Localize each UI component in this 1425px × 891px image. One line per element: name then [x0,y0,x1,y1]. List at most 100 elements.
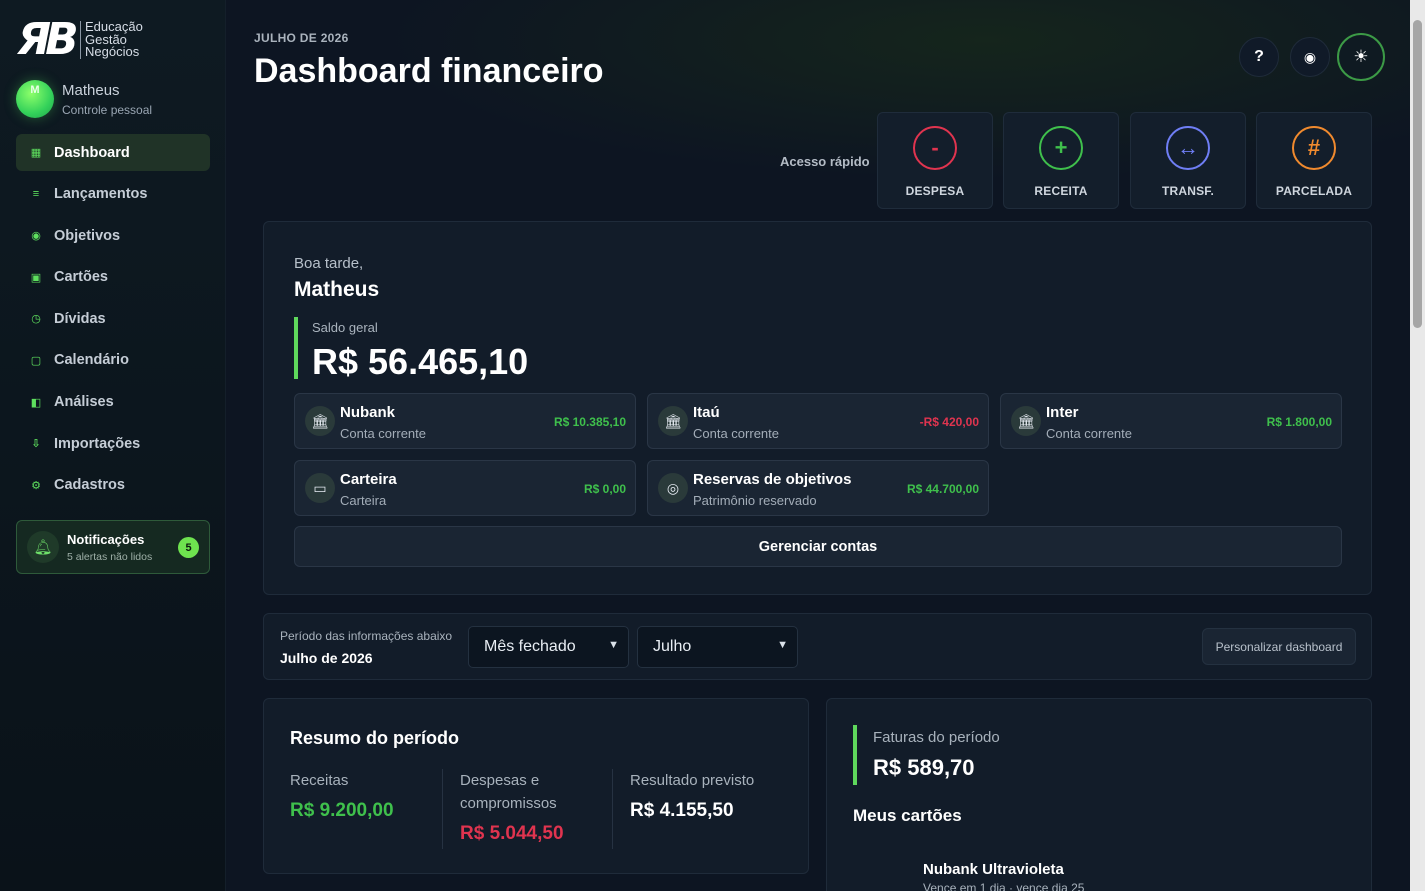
account-type: Conta corrente [1046,426,1132,441]
account-card[interactable]: ▭ Carteira Carteira R$ 0,00 [294,460,636,516]
plus-icon: + [1039,126,1083,170]
list-icon: ≡ [32,188,40,201]
account-balance: R$ 1.800,00 [1266,415,1332,429]
account-type: Patrimônio reservado [693,493,817,508]
invoices-total: Faturas do período R$ 589,70 [853,725,1000,785]
expenses-label-line-1: Despesas e [460,772,540,789]
sidebar-item-lancamentos[interactable]: ≡ Lançamentos [16,176,210,213]
sidebar-item-label: Importações [54,435,141,452]
account-card[interactable]: 🏛 Inter Conta corrente R$ 1.800,00 [1000,393,1342,449]
invoices-label: Faturas do período [873,729,1000,746]
toggle-visibility-button[interactable]: ◉ [1290,37,1330,77]
summary-expenses: Despesas e compromissos R$ 5.044,50 [460,769,564,845]
minus-icon: - [913,126,957,170]
greeting: Boa tarde, [294,255,364,272]
theme-toggle-button[interactable]: ☀ [1337,33,1385,81]
chart-icon: ◧ [30,396,42,409]
credit-card-due: Vence em 1 dia · vence dia 25 [923,881,1085,891]
invoices-value: R$ 589,70 [873,755,975,780]
account-balance: R$ 0,00 [583,482,626,496]
sidebar-item-dividas[interactable]: ◷ Dívidas [16,300,210,337]
account-card[interactable]: ◎ Reservas de objetivos Patrimônio reser… [647,460,989,516]
summary-result: Resultado previsto R$ 4.155,50 [630,769,754,822]
quick-expense-button[interactable]: - DESPESA [877,112,993,209]
card-icon: ▣ [30,271,42,284]
bank-icon: 🏛 [1011,406,1041,436]
customize-dashboard-button[interactable]: Personalizar dashboard [1202,628,1356,665]
notifications-button[interactable]: 🔔︎ Notificações 5 alertas não lidos 5 [16,520,210,574]
account-card[interactable]: 🏛 Nubank Conta corrente R$ 10.385,10 [294,393,636,449]
balance-card: Boa tarde, Matheus Saldo geral R$ 56.465… [263,221,1372,595]
logo-line-3: Negócios [85,44,140,60]
sidebar-item-label: Objetivos [54,227,121,244]
period-mode-select[interactable]: Mês fechado ▼ [468,626,629,668]
my-cards-title: Meus cartões [853,806,962,825]
user-name: Matheus [62,81,120,99]
account-name: Inter [1046,404,1079,421]
help-icon: ? [1254,48,1264,65]
sidebar-nav: ▦ Dashboard ≡ Lançamentos ◉ Objetivos ▣ … [16,134,210,508]
sidebar-item-objetivos[interactable]: ◉ Objetivos [16,217,210,254]
quick-installment-label: PARCELADA [1275,184,1353,198]
user-profile[interactable]: M Matheus Controle pessoal [16,80,152,118]
transfer-icon: ↔ [1166,126,1210,170]
brand-logo[interactable]: ЯB Educação Gestão Negócios [16,16,143,64]
bank-icon: 🏛 [305,406,335,436]
calendar-icon: ▢ [30,354,42,367]
scrollbar-thumb[interactable] [1413,20,1422,328]
total-balance: Saldo geral R$ 56.465,10 [294,317,528,382]
account-type: Conta corrente [340,426,426,441]
gear-icon: ⚙ [31,479,41,492]
help-button[interactable]: ? [1239,37,1279,77]
sidebar-item-cartoes[interactable]: ▣ Cartões [16,259,210,296]
bell-icon: 🔔︎ [27,531,59,563]
sidebar-item-label: Dívidas [54,310,106,327]
quick-installment-button[interactable]: # PARCELADA [1256,112,1372,209]
sidebar-item-dashboard[interactable]: ▦ Dashboard [16,134,210,171]
account-card[interactable]: 🏛 Itaú Conta corrente -R$ 420,00 [647,393,989,449]
sidebar-item-calendario[interactable]: ▢ Calendário [16,342,210,379]
total-balance-value: R$ 56.465,10 [312,341,529,382]
wallet-icon: ▭ [305,473,335,503]
account-balance: -R$ 420,00 [919,415,979,429]
quick-access-label: Acesso rápido [780,154,870,169]
greeting-name: Matheus [294,278,380,301]
period-bar: Período das informações abaixo Julho de … [263,613,1372,680]
credit-card-name[interactable]: Nubank Ultravioleta [923,861,1064,878]
quick-expense-label: DESPESA [905,184,965,198]
income-value: R$ 9.200,00 [290,800,394,821]
account-type: Conta corrente [693,426,779,441]
logo-text: Educação Gestão Negócios [80,21,143,59]
account-type: Carteira [340,493,387,508]
sidebar-item-label: Dashboard [54,144,130,161]
eye-icon: ◉ [1303,48,1317,65]
avatar: M [16,80,54,118]
chevron-down-icon: ▼ [777,639,788,651]
sidebar-item-analises[interactable]: ◧ Análises [16,384,210,421]
quick-transfer-button[interactable]: ↔ TRANSF. [1130,112,1246,209]
account-balance: R$ 10.385,10 [553,415,626,429]
target-icon: ◎ [658,473,688,503]
expenses-label-line-2: compromissos [460,795,557,812]
sidebar-item-cadastros[interactable]: ⚙ Cadastros [16,467,210,504]
sidebar-item-label: Calendário [54,352,129,369]
summary-title: Resumo do período [290,728,460,748]
chevron-down-icon: ▼ [608,639,619,651]
dashboard-icon: ▦ [30,147,42,159]
result-value: R$ 4.155,50 [630,800,734,821]
sidebar-item-label: Cartões [54,269,108,286]
invoices-card: Faturas do período R$ 589,70 Meus cartõe… [826,698,1372,891]
quick-transfer-label: TRANSF. [1161,184,1215,198]
sidebar-item-importacoes[interactable]: ⇩ Importações [16,425,210,462]
sidebar-item-label: Cadastros [54,477,125,494]
result-label: Resultado previsto [630,772,755,789]
manage-accounts-button[interactable]: Gerenciar contas [294,526,1342,567]
quick-income-button[interactable]: + RECEITA [1003,112,1119,209]
period-value: Julho de 2026 [280,650,373,666]
scrollbar[interactable] [1410,0,1425,891]
logo-mark: ЯB [17,14,78,65]
sidebar-item-label: Lançamentos [54,186,148,203]
expenses-value: R$ 5.044,50 [460,823,564,844]
month-select[interactable]: Julho ▼ [637,626,798,668]
current-month: JULHO DE 2026 [254,31,349,45]
